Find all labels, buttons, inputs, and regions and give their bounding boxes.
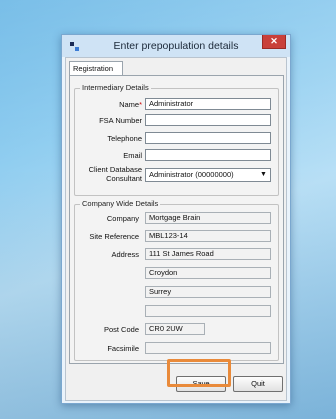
company-details-title: Company Wide Details bbox=[80, 199, 161, 208]
dialog-body: Registration Intermediary Details Name* … bbox=[65, 57, 287, 401]
name-label: Name* bbox=[119, 100, 142, 109]
site-reference-label: Site Reference bbox=[89, 232, 139, 241]
address-line-2[interactable]: Croydon bbox=[145, 267, 271, 279]
save-highlight-box bbox=[167, 359, 231, 387]
consultant-select[interactable]: Administrator (00000000) ▼ bbox=[145, 168, 271, 182]
tab-registration[interactable]: Registration bbox=[69, 61, 123, 76]
post-code-label: Post Code bbox=[103, 325, 139, 334]
email-field[interactable] bbox=[145, 149, 271, 161]
fsa-number-field[interactable] bbox=[145, 114, 271, 126]
address-label: Address bbox=[111, 250, 139, 259]
registration-tab-page: Intermediary Details Name* Administrator… bbox=[69, 75, 284, 364]
consultant-label-line2: Consultant bbox=[106, 174, 142, 183]
intermediary-details-group: Intermediary Details Name* Administrator… bbox=[74, 83, 279, 196]
title-bar[interactable]: Enter prepopulation details ✕ bbox=[62, 35, 290, 57]
telephone-label: Telephone bbox=[107, 134, 142, 143]
company-details-group: Company Wide Details Company Mortgage Br… bbox=[74, 199, 279, 361]
post-code-field[interactable]: CR0 2UW bbox=[145, 323, 205, 335]
company-label: Company bbox=[106, 214, 139, 223]
close-button[interactable]: ✕ bbox=[262, 35, 286, 49]
site-reference-field[interactable]: MBL123-14 bbox=[145, 230, 271, 242]
consultant-label-line1: Client Database bbox=[88, 165, 142, 174]
facsimile-field[interactable] bbox=[145, 342, 271, 354]
address-line-3[interactable]: Surrey bbox=[145, 286, 271, 298]
telephone-field[interactable] bbox=[145, 132, 271, 144]
consultant-label: Client Database Consultant bbox=[76, 165, 142, 183]
address-line-1[interactable]: 111 St James Road bbox=[145, 248, 271, 260]
fsa-number-label: FSA Number bbox=[99, 116, 142, 125]
window-title: Enter prepopulation details bbox=[113, 40, 239, 52]
name-field[interactable]: Administrator bbox=[145, 98, 271, 110]
intermediary-details-title: Intermediary Details bbox=[80, 83, 151, 92]
facsimile-label: Facsimile bbox=[107, 344, 139, 353]
close-icon: ✕ bbox=[270, 36, 278, 46]
chevron-down-icon[interactable]: ▼ bbox=[258, 170, 269, 180]
quit-button[interactable]: Quit bbox=[233, 376, 283, 392]
consultant-selected-value: Administrator (00000000) bbox=[149, 170, 234, 179]
address-line-4[interactable] bbox=[145, 305, 271, 317]
email-label: Email bbox=[123, 151, 142, 160]
prepopulation-dialog: Enter prepopulation details ✕ Registrati… bbox=[61, 34, 291, 404]
company-field[interactable]: Mortgage Brain bbox=[145, 212, 271, 224]
